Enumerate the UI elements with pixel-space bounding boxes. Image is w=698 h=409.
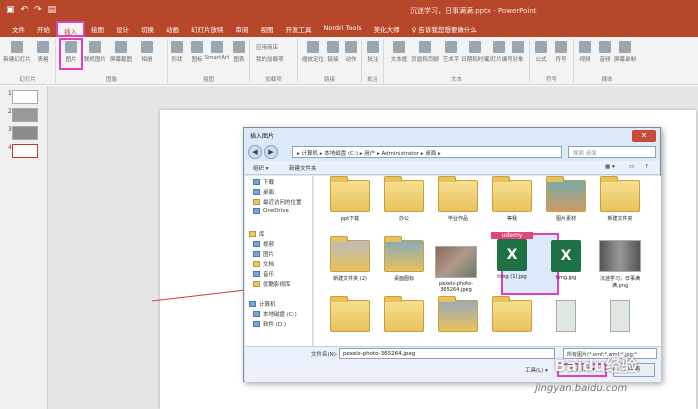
nav-item-local-disk-c[interactable]: 本地磁盘 (C:): [253, 310, 297, 318]
excel-file-item[interactable]: Xtimg.jpg: [540, 240, 592, 281]
nav-item-software-d[interactable]: 软件 (D:): [253, 320, 286, 328]
image-thumbnail: [556, 300, 576, 332]
folder-icon: [438, 176, 478, 212]
excel-icon: X: [497, 239, 527, 271]
folder-icon: [438, 296, 478, 332]
navigation-pane: 下载 桌面 最近访问的位置 OneDrive 库 视频 图片 文档 音乐 优酷影…: [245, 176, 313, 346]
filename-label: 文件名(N):: [311, 352, 338, 358]
organize-button[interactable]: 组织 ▾: [253, 164, 269, 172]
help-icon[interactable]: ?: [645, 164, 648, 170]
nav-item-music[interactable]: 音乐: [253, 270, 274, 278]
folder-item[interactable]: [378, 296, 430, 335]
dialog-toolbar: 组织 ▾ 新建文件夹 ▦ ▾ ▭ ?: [245, 161, 659, 175]
drive-icon: [253, 321, 260, 327]
filename-input[interactable]: pexels-photo-365264.jpeg: [339, 348, 555, 359]
new-folder-button[interactable]: 新建文件夹: [289, 164, 317, 172]
forward-button[interactable]: ▶: [264, 145, 278, 159]
image-file-item[interactable]: [594, 300, 646, 335]
folder-item[interactable]: 等我: [486, 176, 538, 222]
nav-item-onedrive[interactable]: OneDrive: [253, 208, 289, 214]
nav-item-libraries[interactable]: 库: [249, 230, 265, 238]
folder-icon: [384, 296, 424, 332]
udemy-banner: udemy: [491, 232, 533, 239]
excel-file-item[interactable]: udemy Xtimg (1).jpg: [486, 232, 538, 280]
nav-item-pictures[interactable]: 图片: [253, 250, 274, 258]
baidu-logo-watermark: Baidu经验: [554, 356, 638, 375]
watermark-url: jingyan.baidu.com: [535, 383, 628, 394]
desktop-icon: [253, 189, 260, 195]
folder-icon: [384, 176, 424, 212]
excel-icon: X: [551, 240, 581, 272]
videos-icon: [253, 241, 260, 247]
folder-item[interactable]: [432, 296, 484, 335]
folder-item[interactable]: 桌面图标: [378, 236, 430, 282]
image-file-item[interactable]: [540, 300, 592, 335]
close-button[interactable]: ✕: [632, 130, 656, 142]
onedrive-icon: [253, 208, 260, 214]
nav-item-documents[interactable]: 文档: [253, 260, 274, 268]
drive-icon: [253, 311, 260, 317]
insert-picture-dialog: 插入图片 ✕ ◀ ▶ ▸ 计算机 ▸ 本地磁盘 (C:) ▸ 用户 ▸ Admi…: [243, 127, 661, 382]
folder-icon: [330, 176, 370, 212]
address-bar[interactable]: ▸ 计算机 ▸ 本地磁盘 (C:) ▸ 用户 ▸ Administrator ▸…: [292, 146, 562, 158]
folder-item[interactable]: 新建文件夹: [594, 176, 646, 222]
preview-pane-icon[interactable]: ▭: [629, 164, 634, 170]
nav-item-desktop[interactable]: 桌面: [253, 188, 274, 196]
folder-item[interactable]: 办公: [378, 176, 430, 222]
recent-places-icon: [253, 199, 260, 205]
folder-icon: [492, 296, 532, 332]
folder-item[interactable]: ppt下载: [324, 176, 376, 222]
folder-item[interactable]: 新建文件夹 (2): [324, 236, 376, 282]
view-options-icon[interactable]: ▦ ▾: [605, 164, 615, 170]
image-thumbnail: [610, 300, 630, 332]
downloads-icon: [253, 179, 260, 185]
folder-item[interactable]: 毕业作品: [432, 176, 484, 222]
image-thumbnail: [599, 240, 641, 272]
tools-button[interactable]: 工具(L) ▾: [525, 366, 548, 374]
nav-item-computer[interactable]: 计算机: [249, 300, 276, 308]
file-list-pane: ppt下载 办公 毕业作品 等我 图片素材 新建文件夹 新建文件夹 (2) 桌面…: [314, 176, 661, 346]
folder-icon: [492, 176, 532, 212]
folder-icon: [384, 236, 424, 272]
youku-library-icon: [253, 281, 260, 287]
folder-icon: [600, 176, 640, 212]
folder-item[interactable]: [486, 296, 538, 335]
pictures-icon: [253, 251, 260, 257]
search-input[interactable]: 搜索 桌面: [568, 146, 656, 158]
nav-item-youku-library[interactable]: 优酷影视库: [253, 280, 291, 288]
nav-item-recent[interactable]: 最近访问的位置: [253, 198, 302, 206]
computer-icon: [249, 301, 256, 307]
folder-item[interactable]: 图片素材: [540, 176, 592, 222]
folder-icon: [546, 176, 586, 212]
image-file-item[interactable]: 沉迷学习，日事满满.png: [594, 240, 646, 289]
folder-icon: [330, 236, 370, 272]
back-button[interactable]: ◀: [248, 145, 262, 159]
nav-item-downloads[interactable]: 下载: [253, 178, 274, 186]
music-icon: [253, 271, 260, 277]
documents-icon: [253, 261, 260, 267]
photo-thumbnail: [435, 246, 477, 278]
dialog-title: 插入图片: [250, 133, 275, 140]
folder-icon: [330, 296, 370, 332]
nav-item-videos[interactable]: 视频: [253, 240, 274, 248]
libraries-icon: [249, 231, 256, 237]
image-file-item[interactable]: pexels-photo-365264.jpeg: [430, 246, 482, 293]
folder-item[interactable]: [324, 296, 376, 335]
